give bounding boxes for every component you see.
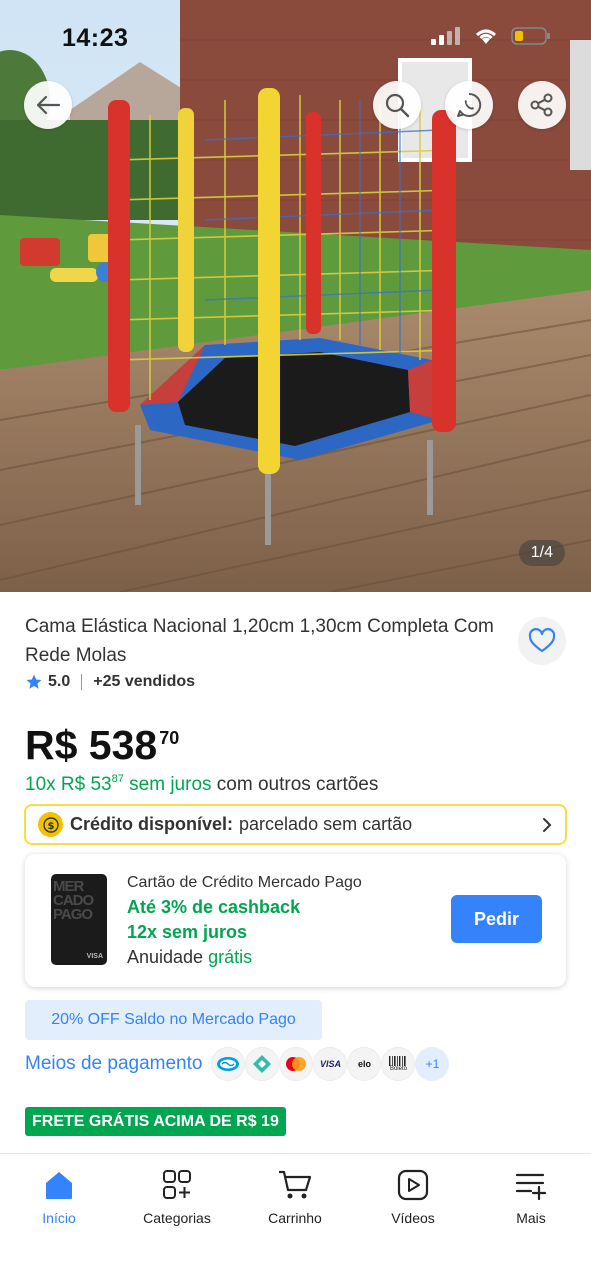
nav-home[interactable]: Início <box>9 1168 109 1226</box>
nav-videos[interactable]: Vídeos <box>363 1168 463 1226</box>
cart-icon <box>279 1170 312 1199</box>
installments-cents: 87 <box>111 773 124 785</box>
elo-icon: elo <box>347 1047 382 1081</box>
card-installments: 12x sem juros <box>127 922 248 942</box>
nav-label: Início <box>42 1210 76 1226</box>
nav-cart[interactable]: Carrinho <box>245 1168 345 1226</box>
credit-text: parcelado sem cartão <box>239 814 413 834</box>
sold-count: +25 vendidos <box>93 673 196 690</box>
card-offer-title: Cartão de Crédito Mercado Pago <box>127 874 362 891</box>
status-time: 14:23 <box>62 24 129 52</box>
status-icons <box>431 26 551 46</box>
installments-interest: sem juros <box>129 774 212 795</box>
credit-label: Crédito disponível: <box>70 814 234 834</box>
rating-score: 5.0 <box>48 673 71 690</box>
search-button[interactable] <box>373 81 421 129</box>
credit-card-image: MER CADO PAGO VISA <box>51 874 107 965</box>
more-payments-badge[interactable]: +1 <box>415 1047 450 1081</box>
product-photo <box>0 0 591 592</box>
product-title: Cama Elástica Nacional 1,20cm 1,30cm Com… <box>25 616 494 666</box>
installments-count: 10x R$ 53 <box>25 774 112 795</box>
home-icon <box>46 1172 72 1199</box>
share-button[interactable] <box>518 81 566 129</box>
search-icon <box>385 93 410 118</box>
card-annuity-value: grátis <box>208 947 253 967</box>
card-annuity-label: Anuidade <box>127 947 204 967</box>
price-main: R$ 538 <box>25 722 158 768</box>
wifi-icon <box>476 29 496 44</box>
video-icon <box>397 1169 429 1201</box>
chevron-right-icon <box>543 817 552 832</box>
categories-icon <box>163 1170 191 1199</box>
arrow-left-icon <box>36 95 61 115</box>
discount-chip[interactable]: 20% OFF Saldo no Mercado Pago <box>25 1000 322 1040</box>
payment-methods-link[interactable]: Meios de pagamento <box>25 1053 202 1075</box>
star-icon <box>26 674 42 689</box>
payment-methods[interactable]: Meios de pagamento VISA elo Boleto +1 <box>25 1046 450 1082</box>
signal-icon <box>431 27 460 45</box>
coin-icon: $ <box>38 812 63 837</box>
nav-label: Carrinho <box>268 1210 322 1226</box>
battery-icon <box>511 27 550 45</box>
favorite-button[interactable] <box>518 617 566 665</box>
nav-label: Categorias <box>143 1210 211 1226</box>
card-network: VISA <box>86 953 103 960</box>
free-shipping-badge: FRETE GRÁTIS ACIMA DE R$ 19 <box>25 1107 286 1136</box>
rating-row[interactable]: 5.0 +25 vendidos <box>25 673 195 691</box>
price: R$ 538 70 <box>25 722 179 768</box>
pix-icon <box>245 1047 280 1081</box>
product-image-gallery[interactable]: 14:23 1/4 <box>0 0 591 592</box>
boleto-label: Boleto <box>389 1066 407 1072</box>
nav-label: Mais <box>516 1210 546 1226</box>
more-menu-icon <box>515 1173 547 1201</box>
divider <box>81 674 83 690</box>
share-icon <box>530 93 553 117</box>
mercado-pago-card-offer[interactable]: MER CADO PAGO VISA Cartão de Crédito Mer… <box>25 854 566 987</box>
request-card-button[interactable]: Pedir <box>451 895 542 943</box>
visa-icon: VISA <box>313 1047 348 1081</box>
credit-available-banner[interactable]: $ Crédito disponível: parcelado sem cart… <box>24 804 567 845</box>
nav-more[interactable]: Mais <box>481 1168 581 1226</box>
whatsapp-icon <box>457 92 482 117</box>
image-counter: 1/4 <box>518 540 565 566</box>
mercado-pago-icon <box>211 1047 246 1081</box>
card-offer-text: Cartão de Crédito Mercado Pago Até 3% de… <box>127 870 362 970</box>
price-cents: 70 <box>159 728 180 748</box>
nav-label: Vídeos <box>391 1210 435 1226</box>
bottom-navigation: Início Categorias Carrinho Vídeos Mais <box>0 1153 591 1280</box>
mastercard-icon <box>279 1047 314 1081</box>
back-button[interactable] <box>24 81 72 129</box>
whatsapp-share-button[interactable] <box>445 81 493 129</box>
nav-categories[interactable]: Categorias <box>127 1168 227 1226</box>
card-brand: MER CADO PAGO <box>53 878 94 923</box>
card-cashback: Até 3% de cashback <box>127 897 301 917</box>
svg-text:$: $ <box>47 821 54 832</box>
installments-info: 10x R$ 5387 sem juros com outros cartões <box>25 773 378 796</box>
heart-icon <box>528 628 556 653</box>
installments-suffix: com outros cartões <box>216 774 379 795</box>
boleto-icon: Boleto <box>381 1047 416 1081</box>
